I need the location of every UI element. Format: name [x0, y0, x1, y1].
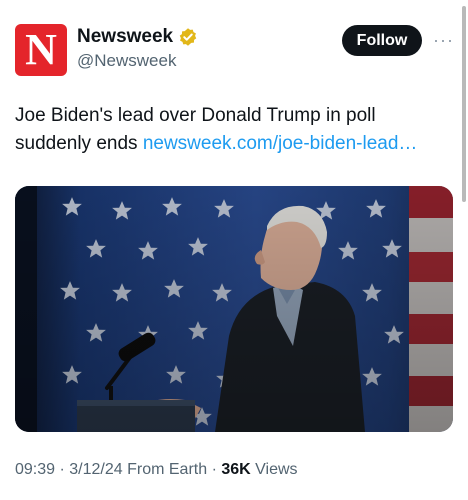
tweet-text: Joe Biden's lead over Donald Trump in po… [15, 102, 455, 158]
speaker-photo [15, 186, 453, 432]
display-name[interactable]: Newsweek [77, 26, 173, 48]
handle[interactable]: @Newsweek [77, 51, 198, 71]
views-label: Views [255, 461, 298, 478]
account-names: Newsweek @Newsweek [77, 26, 198, 71]
more-options-icon[interactable]: ··· [433, 31, 454, 49]
name-row: Newsweek [77, 26, 198, 48]
views-count: 36K [221, 461, 251, 478]
verified-badge-icon[interactable] [178, 27, 198, 47]
tweet-link[interactable]: newsweek.com/joe-biden-lead… [143, 133, 418, 154]
tweet-image[interactable] [15, 186, 453, 432]
scrollbar[interactable] [462, 6, 466, 202]
logo-letter: N [25, 25, 57, 74]
tweet-date[interactable]: 3/12/24 [69, 461, 122, 478]
tweet-header: N Newsweek @Newsweek Follow ··· [15, 22, 454, 78]
avatar[interactable]: N [15, 24, 67, 76]
tweet-time[interactable]: 09:39 [15, 461, 55, 478]
tweet-location: From Earth [127, 461, 208, 478]
follow-button[interactable]: Follow [342, 25, 422, 56]
tweet-meta: 09:39 · 3/12/24 From Earth · 36K Views [15, 461, 298, 478]
